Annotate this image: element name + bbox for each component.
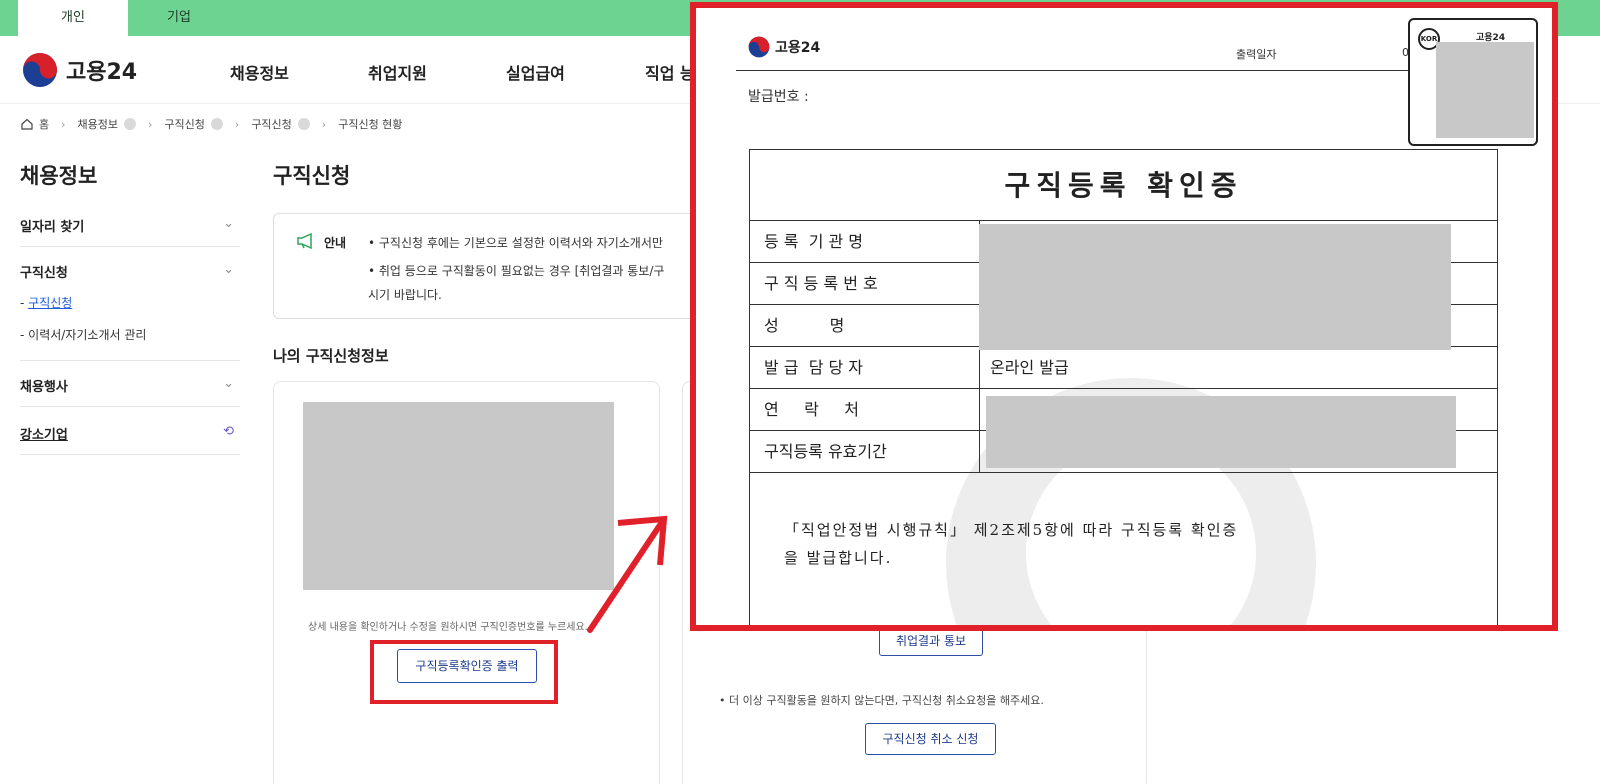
certificate-preview: 고용24 출력일자 0 발급번호 : KOR 고용24 구직등록 확인증 등 록… <box>690 2 1558 631</box>
sidebar-item-label: 일자리 찾기 <box>20 220 85 235</box>
breadcrumb-separator: › <box>61 117 66 131</box>
sidebar-title: 채용정보 <box>20 164 98 188</box>
statement-line: 「직업안정법 시행규칙」 제2조제5항에 따라 구직등록 확인증 <box>784 521 1239 539</box>
page-title: 구직신청 <box>273 164 351 188</box>
breadcrumb: 홈 › 채용정보 › 구직신청 › 구직신청 › 구직신청 현황 <box>20 116 402 132</box>
divider <box>20 454 240 455</box>
row-key: 연 락 처 <box>750 389 980 431</box>
cancel-guidance-text: • 더 이상 구직활동을 원하지 않는다면, 구직신청 취소요청을 해주세요. <box>719 694 1044 707</box>
certificate-table: 구직등록 확인증 등 록 기 관 명 구 직 등 록 번 호 성 명 발 급 담… <box>749 149 1498 625</box>
row-key: 구 직 등 록 번 호 <box>750 263 980 305</box>
notice-label: 안내 <box>324 236 347 250</box>
cancel-application-button[interactable]: 구직신청 취소 신청 <box>865 723 996 755</box>
breadcrumb-item[interactable]: 채용정보 <box>78 116 118 132</box>
notice-box: 안내 • 구직신청 후에는 기본으로 설정한 이력서와 자기소개서만 • 취업 … <box>273 213 713 319</box>
row-key: 등 록 기 관 명 <box>750 221 980 263</box>
home-icon[interactable] <box>20 117 34 131</box>
statement-line: 을 발급합니다. <box>784 549 893 567</box>
card-help-text: 상세 내용을 확인하거나 수정을 원하시면 구직인증번호를 누르세요. <box>308 622 588 633</box>
tab-business[interactable]: 기업 <box>124 0 234 36</box>
breadcrumb-item[interactable]: 구직신청 <box>251 116 291 132</box>
taegeuk-logo-icon <box>748 36 770 58</box>
sidebar-item-job-application[interactable]: 구직신청 ⌄ <box>20 262 240 281</box>
highlight-box <box>370 640 558 704</box>
chevron-down-icon: ⌄ <box>223 376 234 391</box>
external-link-icon: ⟲ <box>223 424 234 439</box>
breadcrumb-dropdown-icon[interactable] <box>210 118 223 130</box>
sidebar-item-label: 강소기업 <box>20 428 68 443</box>
sidebar-item-label: 구직신청 <box>20 266 68 281</box>
breadcrumb-home[interactable]: 홈 <box>39 116 49 132</box>
notice-line: 시기 바랍니다. <box>368 288 442 302</box>
redacted-fields <box>986 396 1456 468</box>
breadcrumb-dropdown-icon[interactable] <box>297 118 310 130</box>
sidebar-item-job-events[interactable]: 채용행사 ⌄ <box>20 376 240 395</box>
certificate-statement: 「직업안정법 시행규칙」 제2조제5항에 따라 구직등록 확인증 을 발급합니다… <box>750 473 1497 625</box>
notice-line: • 취업 등으로 구직활동이 필요없는 경우 [취업결과 통보/구 <box>368 264 665 278</box>
nav-unemployment-benefit[interactable]: 실업급여 <box>506 60 565 84</box>
sidebar-item-label: 채용행사 <box>20 380 68 395</box>
nav-employment-support[interactable]: 취업지원 <box>368 60 427 84</box>
logo-text: 고용24 <box>66 60 138 85</box>
redacted-stamp <box>1436 42 1534 138</box>
nav-job-info[interactable]: 채용정보 <box>230 60 289 84</box>
row-key: 구직등록 유효기간 <box>750 431 980 473</box>
certificate-logo-text: 고용24 <box>775 40 821 56</box>
nav-vocational[interactable]: 직업 능 <box>645 60 695 84</box>
redacted-fields <box>979 224 1451 350</box>
divider <box>736 70 1456 71</box>
sidebar-sub-job-application[interactable]: - 구직신청 <box>20 294 72 311</box>
breadcrumb-separator: › <box>321 117 327 131</box>
sidebar-item-small-giant[interactable]: 강소기업 ⟲ <box>20 424 240 443</box>
row-key: 발 급 담 당 자 <box>750 347 980 389</box>
certificate-title: 구직등록 확인증 <box>750 150 1497 221</box>
chevron-down-icon: ⌄ <box>223 262 234 277</box>
official-stamp: KOR 고용24 <box>1408 18 1538 146</box>
breadcrumb-current: 구직신청 현황 <box>338 118 403 131</box>
notice-line: • 구직신청 후에는 기본으로 설정한 이력서와 자기소개서만 <box>368 236 663 250</box>
section-title: 나의 구직신청정보 <box>273 347 389 365</box>
taegeuk-logo-icon <box>23 53 57 87</box>
issue-number-label: 발급번호 : <box>748 89 809 105</box>
certificate-logo: 고용24 <box>748 36 820 58</box>
breadcrumb-item[interactable]: 구직신청 <box>164 116 204 132</box>
divider <box>20 406 240 407</box>
print-date-label: 출력일자 <box>1236 48 1277 61</box>
arrow-icon <box>587 515 668 633</box>
row-value: 온라인 발급 <box>990 358 1069 377</box>
breadcrumb-separator: › <box>234 117 240 131</box>
row-key: 성 명 <box>750 305 980 347</box>
divider <box>20 246 240 247</box>
sidebar-sub-label[interactable]: 구직신청 <box>28 296 72 310</box>
breadcrumb-separator: › <box>148 117 153 131</box>
certificate-row: 발 급 담 당 자 온라인 발급 <box>750 347 1497 389</box>
sidebar-sub-label[interactable]: 이력서/자기소개서 관리 <box>28 328 146 342</box>
divider <box>20 360 240 361</box>
tab-personal[interactable]: 개인 <box>18 0 128 36</box>
site-logo[interactable]: 고용24 <box>22 52 137 88</box>
chevron-down-icon: ⌄ <box>223 216 234 231</box>
breadcrumb-dropdown-icon[interactable] <box>124 118 137 130</box>
megaphone-icon <box>297 232 312 250</box>
sidebar-sub-resume[interactable]: - 이력서/자기소개서 관리 <box>20 326 146 343</box>
sidebar-item-find-jobs[interactable]: 일자리 찾기 ⌄ <box>20 216 240 235</box>
